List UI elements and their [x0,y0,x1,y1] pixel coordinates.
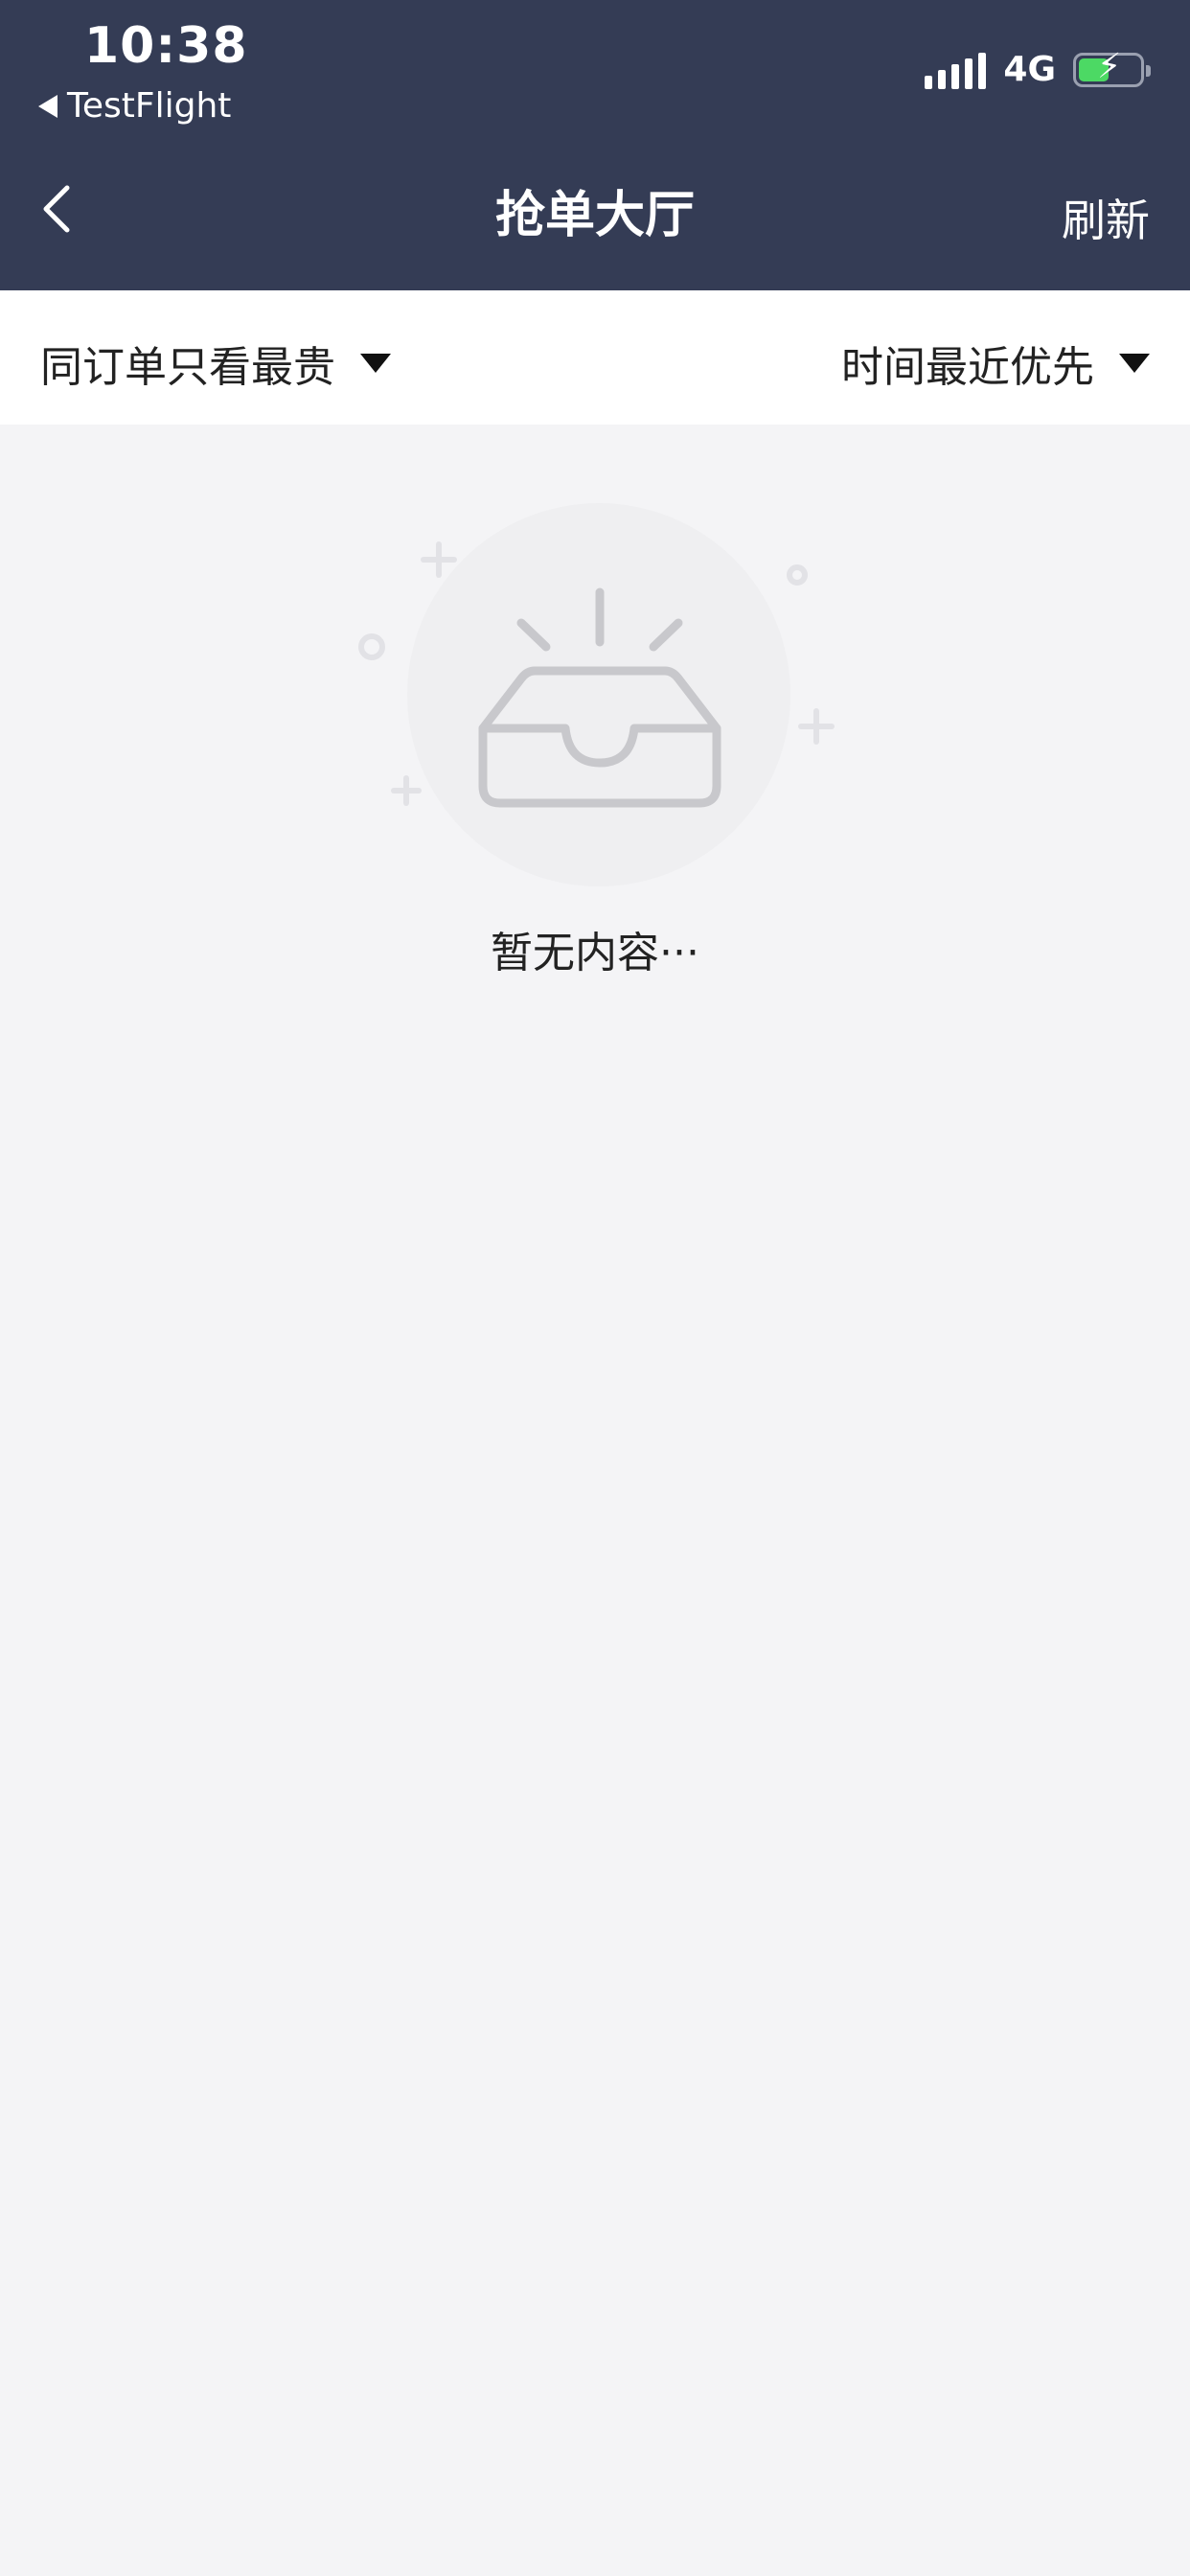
status-indicators: 4G ⚡ [925,46,1151,89]
back-app-label: TestFlight [67,86,232,126]
filter-dropdown-price[interactable]: 同订单只看最贵 [40,333,391,394]
filter-dropdown-sort[interactable]: 时间最近优先 [841,333,1150,394]
empty-state-message: 暂无内容··· [491,929,699,978]
signal-icon [925,51,987,89]
app-header: 10:38 TestFlight 4G ⚡ 抢单大厅 刷新 [0,0,1190,290]
caret-down-icon [360,354,391,373]
refresh-button[interactable]: 刷新 [1062,186,1150,249]
caret-down-icon [1119,354,1150,373]
filter-price-label: 同订单只看最贵 [40,343,335,392]
filter-bar: 同订单只看最贵 时间最近优先 [0,290,1190,425]
back-to-app-link[interactable]: TestFlight [38,86,231,126]
network-type: 4G [1003,50,1056,89]
filter-sort-label: 时间最近优先 [841,343,1094,392]
charging-bolt-icon: ⚡ [1097,46,1122,86]
page-title: 抢单大厅 [494,187,695,244]
back-triangle-icon [38,94,57,118]
status-time: 10:38 [84,17,248,75]
empty-inbox-icon [358,503,835,886]
battery-icon: ⚡ [1073,46,1151,87]
